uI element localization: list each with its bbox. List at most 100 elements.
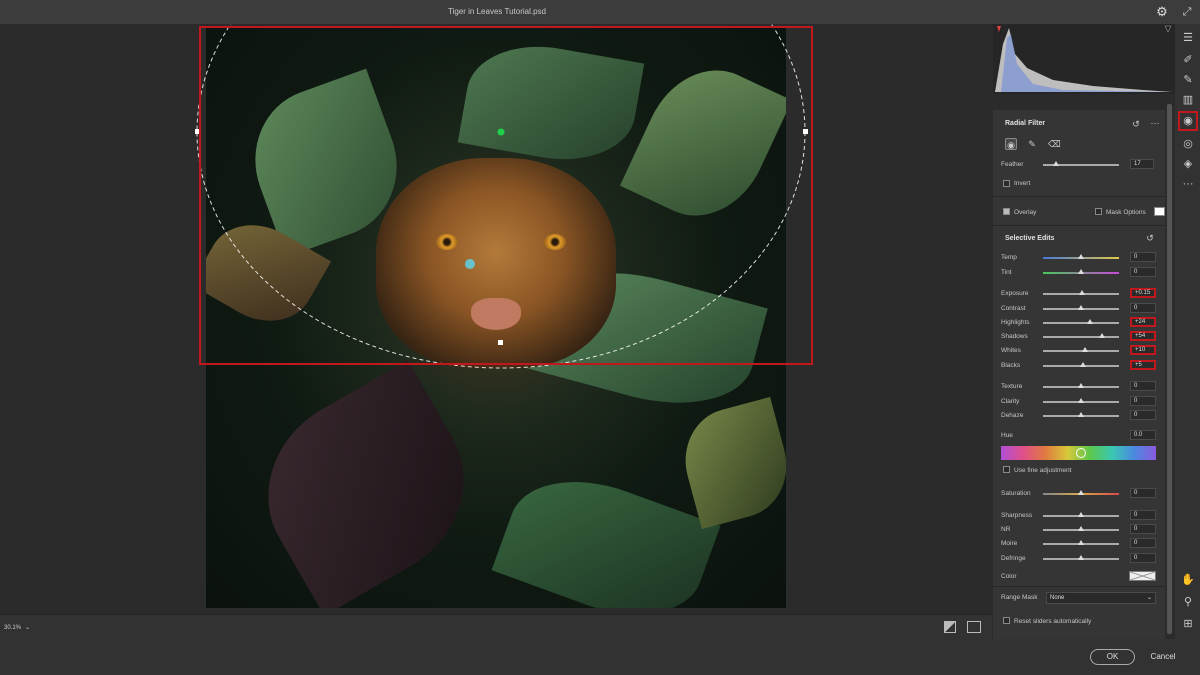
- mask-color-swatch[interactable]: [1154, 207, 1165, 216]
- highlights-label: Highlights: [1001, 319, 1030, 326]
- overlay-checkbox[interactable]: [1003, 208, 1010, 215]
- radial-filter-overlay[interactable]: [0, 24, 992, 614]
- tint-slider-knob[interactable]: [1078, 269, 1084, 274]
- more-icon[interactable]: ···: [1180, 176, 1196, 192]
- hue-color-bar[interactable]: [1001, 446, 1156, 460]
- exposure-value[interactable]: +0.15: [1130, 288, 1156, 298]
- selective-edits-title: Selective Edits: [1005, 235, 1055, 242]
- contrast-label: Contrast: [1001, 305, 1026, 312]
- contrast-slider-knob[interactable]: [1078, 305, 1084, 310]
- eyedropper-icon[interactable]: ⚲: [1180, 594, 1196, 610]
- chevron-down-icon: ⌄: [1146, 595, 1152, 601]
- panel-scrollbar[interactable]: [1166, 96, 1173, 636]
- reset-sliders-checkbox[interactable]: [1003, 617, 1010, 624]
- texture-label: Texture: [1001, 383, 1023, 390]
- grid-overlay-icon[interactable]: ⊞: [1180, 616, 1196, 632]
- texture-slider-knob[interactable]: [1078, 383, 1084, 388]
- zoom-level-select[interactable]: 30.1% ⌄: [4, 621, 40, 635]
- canvas-area[interactable]: [0, 24, 992, 614]
- dehaze-slider-knob[interactable]: [1078, 412, 1084, 417]
- mask-options-checkbox[interactable]: [1095, 208, 1102, 215]
- clarity-slider-knob[interactable]: [1078, 398, 1084, 403]
- ellipse-handle[interactable]: [803, 129, 808, 134]
- highlights-value[interactable]: +24: [1130, 317, 1156, 327]
- radial-filter-icon[interactable]: ◉: [1178, 111, 1198, 131]
- ellipse-handle[interactable]: [498, 340, 503, 345]
- exposure-label: Exposure: [1001, 290, 1029, 297]
- divider: [993, 196, 1165, 197]
- temp-value[interactable]: 0: [1130, 252, 1156, 262]
- scrollbar-thumb[interactable]: [1167, 104, 1172, 634]
- highlights-slider[interactable]: [1043, 322, 1119, 324]
- highlights-slider-knob[interactable]: [1087, 319, 1094, 324]
- whites-slider-knob[interactable]: [1081, 347, 1088, 352]
- clarity-value[interactable]: 0: [1130, 396, 1156, 406]
- shadows-slider[interactable]: [1043, 336, 1119, 338]
- before-after-icon[interactable]: [967, 621, 981, 633]
- sharpness-value[interactable]: 0: [1130, 510, 1156, 520]
- hue-value[interactable]: 0.0: [1130, 430, 1156, 440]
- shadows-slider-knob[interactable]: [1098, 333, 1105, 338]
- defringe-value[interactable]: 0: [1130, 553, 1156, 563]
- cancel-button[interactable]: Cancel: [1148, 649, 1178, 665]
- saturation-value[interactable]: 0: [1130, 488, 1156, 498]
- clarity-label: Clarity: [1001, 398, 1020, 405]
- texture-value[interactable]: 0: [1130, 381, 1156, 391]
- radial-mask-icon[interactable]: ◉: [1005, 138, 1017, 150]
- whites-value[interactable]: +10: [1130, 345, 1156, 355]
- defringe-label: Defringe: [1001, 555, 1026, 562]
- feather-slider-knob[interactable]: [1052, 161, 1059, 166]
- moire-label: Moire: [1001, 540, 1018, 547]
- filter-center-pin[interactable]: [497, 128, 505, 136]
- temp-slider-knob[interactable]: [1078, 254, 1084, 259]
- defringe-slider-knob[interactable]: [1078, 555, 1084, 560]
- hand-tool-icon[interactable]: ✋: [1180, 572, 1196, 588]
- red-eye-icon[interactable]: ◎: [1180, 136, 1196, 152]
- shadows-value[interactable]: +54: [1130, 331, 1156, 341]
- sharpness-slider-knob[interactable]: [1078, 512, 1084, 517]
- feather-label: Feather: [1001, 161, 1024, 168]
- invert-label: Invert: [1014, 180, 1031, 187]
- blacks-value[interactable]: +5: [1130, 360, 1156, 370]
- exposure-slider-knob[interactable]: [1078, 290, 1085, 295]
- gear-icon[interactable]: ⚙: [1155, 5, 1169, 19]
- reset-icon[interactable]: ↺: [1144, 232, 1156, 244]
- saturation-slider-knob[interactable]: [1078, 490, 1084, 495]
- moire-slider-knob[interactable]: [1078, 540, 1084, 545]
- radial-filter-title: Radial Filter: [1005, 120, 1046, 127]
- dehaze-value[interactable]: 0: [1130, 410, 1156, 420]
- range-mask-select[interactable]: None ⌄: [1046, 592, 1156, 604]
- fullscreen-icon[interactable]: ⤢: [1180, 5, 1194, 19]
- feather-value[interactable]: 17: [1130, 159, 1154, 169]
- ellipse-handle[interactable]: [195, 129, 200, 134]
- color-label: Color: [1001, 573, 1017, 580]
- chevron-down-icon: ⌄: [25, 625, 31, 631]
- nr-slider-knob[interactable]: [1078, 526, 1084, 531]
- eraser-icon[interactable]: ⌫: [1048, 138, 1061, 150]
- status-bar: 30.1% ⌄: [0, 614, 992, 639]
- color-swatch[interactable]: [1129, 571, 1156, 581]
- edit-panel: Radial Filter ↺ ··· ◉ ✎ ⌫ Feather 17 Inv…: [993, 110, 1165, 639]
- temp-label: Temp: [1001, 254, 1017, 261]
- presets-icon[interactable]: ◈: [1180, 156, 1196, 172]
- invert-checkbox[interactable]: [1003, 180, 1010, 187]
- divider: [993, 225, 1165, 226]
- reset-icon[interactable]: ↺: [1130, 118, 1142, 130]
- nr-value[interactable]: 0: [1130, 524, 1156, 534]
- healing-brush-icon[interactable]: ✐: [1180, 52, 1196, 68]
- brush-icon[interactable]: ✎: [1026, 138, 1038, 150]
- overlay-view-icon[interactable]: [944, 621, 956, 633]
- ok-button[interactable]: OK: [1090, 649, 1135, 665]
- contrast-value[interactable]: 0: [1130, 303, 1156, 313]
- brush-icon[interactable]: ✎: [1180, 72, 1196, 88]
- overlay-label: Overlay: [1014, 209, 1037, 216]
- tint-value[interactable]: 0: [1130, 267, 1156, 277]
- range-mask-label: Range Mask: [1001, 594, 1038, 601]
- more-icon[interactable]: ···: [1149, 117, 1161, 129]
- moire-value[interactable]: 0: [1130, 538, 1156, 548]
- fine-adjust-checkbox[interactable]: [1003, 466, 1010, 473]
- edit-sliders-icon[interactable]: ☰: [1180, 30, 1196, 46]
- hue-picker-handle[interactable]: [1076, 448, 1086, 458]
- blacks-slider-knob[interactable]: [1080, 362, 1087, 367]
- linear-gradient-icon[interactable]: ▥: [1180, 92, 1196, 108]
